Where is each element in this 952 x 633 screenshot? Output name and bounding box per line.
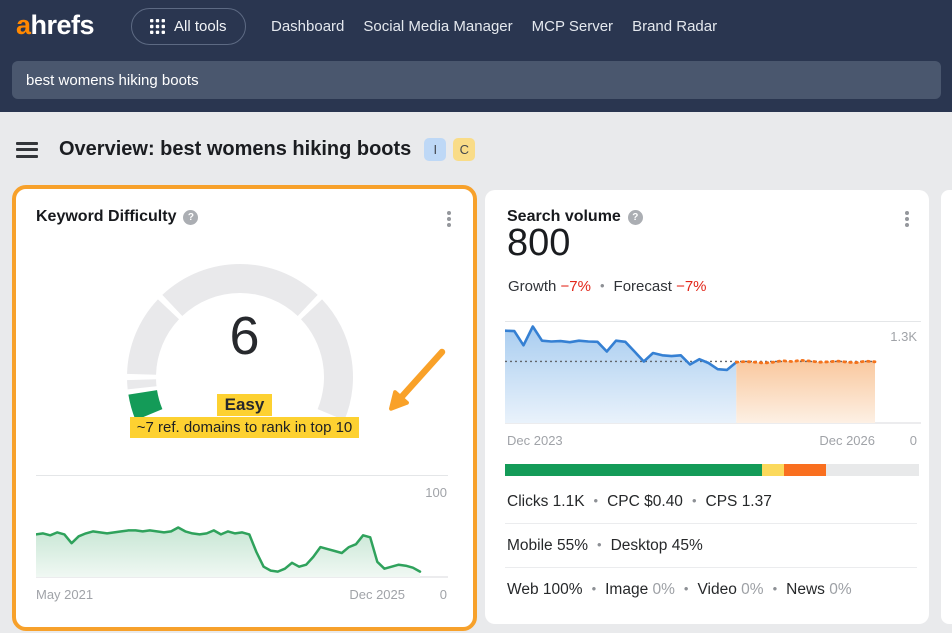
stat-cps: CPS 1.37 bbox=[706, 493, 772, 510]
forecast-label: Forecast bbox=[614, 278, 672, 295]
clicks-share-bar bbox=[505, 464, 919, 476]
nav-link-brand-radar[interactable]: Brand Radar bbox=[632, 18, 717, 35]
bullet-separator: • bbox=[600, 278, 605, 293]
share-segment-paid-clicks bbox=[762, 464, 785, 476]
keyword-search-input[interactable] bbox=[12, 61, 941, 99]
stat-desktop: Desktop 45% bbox=[611, 537, 703, 554]
stat-image: Image 0% bbox=[605, 581, 675, 598]
stat-mobile: Mobile 55% bbox=[507, 537, 588, 554]
logo-rest: hrefs bbox=[31, 10, 95, 40]
primary-nav: Dashboard Social Media Manager MCP Serve… bbox=[271, 0, 717, 53]
stat-web: Web 100% bbox=[507, 581, 583, 598]
share-segment-organic-clicks bbox=[505, 464, 762, 476]
stat-clicks: Clicks 1.1K bbox=[507, 493, 585, 510]
more-options-icon[interactable] bbox=[447, 217, 451, 221]
search-volume-card: Search volume ? 800 Growth −7%•Forecast … bbox=[485, 190, 929, 624]
grid-icon bbox=[150, 19, 165, 34]
kd-x-end-label: Dec 2025 bbox=[349, 587, 405, 602]
nav-link-social-media-manager[interactable]: Social Media Manager bbox=[363, 18, 512, 35]
device-stats-row: Mobile 55% • Desktop 45% bbox=[507, 537, 917, 555]
ahrefs-keyword-overview: ahrefs All tools Dashboard Social Media … bbox=[0, 0, 952, 633]
page-title: Overview: best womens hiking boots bbox=[59, 138, 411, 161]
help-icon[interactable]: ? bbox=[183, 210, 198, 225]
bullet-separator: • bbox=[684, 581, 689, 596]
sv-growth-row: Growth −7% • Forecast −7% bbox=[508, 278, 707, 295]
all-tools-button[interactable]: All tools bbox=[131, 8, 246, 45]
kd-card-header: Keyword Difficulty ? bbox=[36, 208, 198, 226]
clicks-stats-row: Clicks 1.1K • CPC $0.40 • CPS 1.37 bbox=[507, 493, 917, 511]
top-navigation: ahrefs All tools Dashboard Social Media … bbox=[0, 0, 952, 112]
bullet-separator: • bbox=[592, 581, 597, 596]
growth-value: −7% bbox=[561, 278, 591, 295]
kd-history-chart bbox=[36, 475, 448, 578]
help-icon[interactable]: ? bbox=[628, 210, 643, 225]
sv-volume-value: 800 bbox=[507, 222, 570, 265]
annotation-arrow-icon bbox=[375, 345, 455, 425]
bullet-separator: • bbox=[594, 493, 599, 508]
more-options-icon[interactable] bbox=[905, 217, 909, 221]
nav-link-mcp-server[interactable]: MCP Server bbox=[532, 18, 613, 35]
kd-difficulty-note: ~7 ref. domains to rank in top 10 bbox=[130, 417, 360, 438]
ahrefs-logo[interactable]: ahrefs bbox=[16, 10, 94, 41]
sv-x-start-label: Dec 2023 bbox=[507, 433, 563, 448]
all-tools-label: All tools bbox=[174, 18, 227, 35]
keyword-difficulty-card: Keyword Difficulty ? 6 Easy ~7 ref. doma… bbox=[12, 185, 477, 631]
kd-x-start-label: May 2021 bbox=[36, 587, 93, 602]
sv-x-end-label: Dec 2026 bbox=[819, 433, 875, 448]
share-segment-no-clicks bbox=[826, 464, 919, 476]
menu-icon[interactable] bbox=[16, 142, 38, 158]
bullet-separator: • bbox=[773, 581, 778, 596]
logo-letter-a: a bbox=[16, 10, 31, 40]
kd-y-min-label: 0 bbox=[440, 587, 447, 602]
bullet-separator: • bbox=[597, 537, 602, 552]
kd-difficulty-label: Easy bbox=[217, 394, 273, 416]
platform-stats-row: Web 100% • Image 0% • Video 0% • News 0% bbox=[507, 581, 917, 599]
stat-cpc: CPC $0.40 bbox=[607, 493, 683, 510]
sv-y-min-label: 0 bbox=[910, 433, 917, 448]
badge-c[interactable]: C bbox=[453, 138, 475, 161]
nav-link-dashboard[interactable]: Dashboard bbox=[271, 18, 344, 35]
stat-news: News 0% bbox=[786, 581, 851, 598]
adjacent-card-edge bbox=[941, 190, 952, 624]
row-divider bbox=[505, 567, 917, 568]
forecast-value: −7% bbox=[676, 278, 706, 295]
search-volume-chart bbox=[505, 321, 921, 424]
share-segment-other-clicks bbox=[784, 464, 825, 476]
sv-y-max-label: 1.3K bbox=[890, 329, 917, 344]
row-divider bbox=[505, 523, 917, 524]
growth-label: Growth bbox=[508, 278, 556, 295]
kd-card-title: Keyword Difficulty bbox=[36, 208, 176, 226]
stat-video: Video 0% bbox=[697, 581, 763, 598]
badge-i[interactable]: I bbox=[424, 138, 446, 161]
kd-y-max-label: 100 bbox=[425, 485, 447, 500]
bullet-separator: • bbox=[692, 493, 697, 508]
page-header: Overview: best womens hiking boots I C bbox=[16, 138, 475, 161]
